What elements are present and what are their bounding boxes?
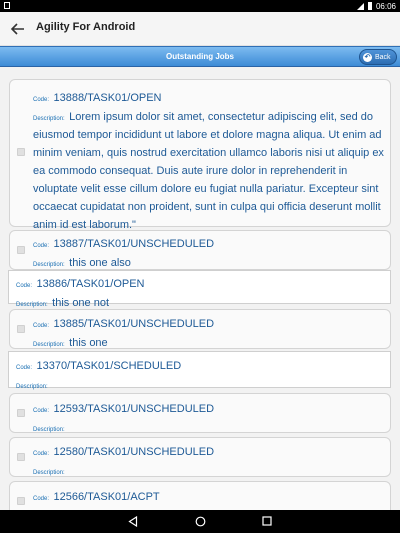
job-code: 12566/TASK01/ACPT [53, 491, 160, 503]
code-label: Code: [33, 451, 50, 457]
nav-back-icon[interactable] [128, 516, 138, 527]
job-code: 13887/TASK01/UNSCHEDULED [53, 238, 215, 250]
job-description: this one also [69, 257, 131, 269]
job-item[interactable]: Code: 13885/TASK01/UNSCHEDULED Descripti… [9, 309, 391, 349]
job-description: this one [69, 337, 108, 349]
code-label: Code: [16, 283, 33, 289]
job-checkbox[interactable] [17, 325, 25, 333]
code-label: Code: [33, 496, 50, 502]
job-code: 13370/TASK01/SCHEDULED [36, 360, 182, 372]
job-item[interactable]: Code: 12580/TASK01/UNSCHEDULED Descripti… [9, 437, 391, 477]
code-label: Code: [33, 408, 50, 414]
description-label: Description: [33, 342, 65, 348]
job-checkbox[interactable] [17, 246, 25, 254]
job-item[interactable]: Code: 13887/TASK01/UNSCHEDULED Descripti… [9, 230, 391, 270]
job-code: 13888/TASK01/OPEN [53, 92, 162, 104]
code-label: Code: [16, 365, 33, 371]
description-label: Description: [33, 470, 65, 476]
back-button-label: Back [375, 53, 391, 61]
job-checkbox[interactable] [17, 453, 25, 461]
job-description: this one not [52, 297, 110, 309]
signal-icon [356, 2, 364, 10]
back-circle-icon: ↶ [363, 52, 372, 62]
description-label: Description: [33, 116, 65, 122]
status-time: 06:06 [375, 1, 396, 11]
page-title: Outstanding Jobs [166, 52, 234, 61]
status-bar: 06:06 [0, 0, 400, 12]
nav-recent-apps-icon[interactable] [262, 516, 272, 526]
job-checkbox[interactable] [17, 409, 25, 417]
battery-icon [367, 2, 372, 10]
code-label: Code: [33, 323, 50, 329]
page-header: Outstanding Jobs ↶ Back [0, 46, 400, 67]
job-item[interactable]: Code: 13886/TASK01/OPEN Description: thi… [8, 270, 391, 309]
job-item[interactable]: Code: 13888/TASK01/OPEN Description: Lor… [9, 79, 391, 231]
notification-icon [4, 2, 10, 9]
job-checkbox[interactable] [17, 148, 25, 156]
arrow-back-icon[interactable] [10, 21, 26, 37]
description-label: Description: [16, 302, 48, 308]
nav-home-icon[interactable] [195, 516, 206, 527]
status-icons: 06:06 [356, 0, 396, 12]
description-label: Description: [16, 384, 48, 390]
job-code: 13885/TASK01/UNSCHEDULED [53, 318, 215, 330]
job-description: Lorem ipsum dolor sit amet, consectetur … [33, 111, 384, 231]
code-label: Code: [33, 97, 50, 103]
job-checkbox[interactable] [17, 497, 25, 505]
system-nav-bar [0, 510, 400, 533]
code-label: Code: [33, 243, 50, 249]
description-label: Description: [33, 427, 65, 433]
job-list-container[interactable]: Code: 13888/TASK01/OPEN Description: Lor… [0, 67, 400, 510]
job-code: 12580/TASK01/UNSCHEDULED [53, 446, 215, 458]
job-code: 13886/TASK01/OPEN [36, 278, 145, 290]
job-code: 12593/TASK01/UNSCHEDULED [53, 403, 215, 415]
app-bar: Agility For Android [0, 12, 400, 46]
back-button[interactable]: ↶ Back [359, 49, 397, 65]
job-item[interactable]: Code: 12566/TASK01/ACPT Description: [9, 481, 391, 510]
job-item[interactable]: Code: 13370/TASK01/SCHEDULED Description… [8, 351, 391, 390]
app-title: Agility For Android [36, 21, 136, 33]
job-item[interactable]: Code: 12593/TASK01/UNSCHEDULED Descripti… [9, 393, 391, 433]
description-label: Description: [33, 262, 65, 268]
